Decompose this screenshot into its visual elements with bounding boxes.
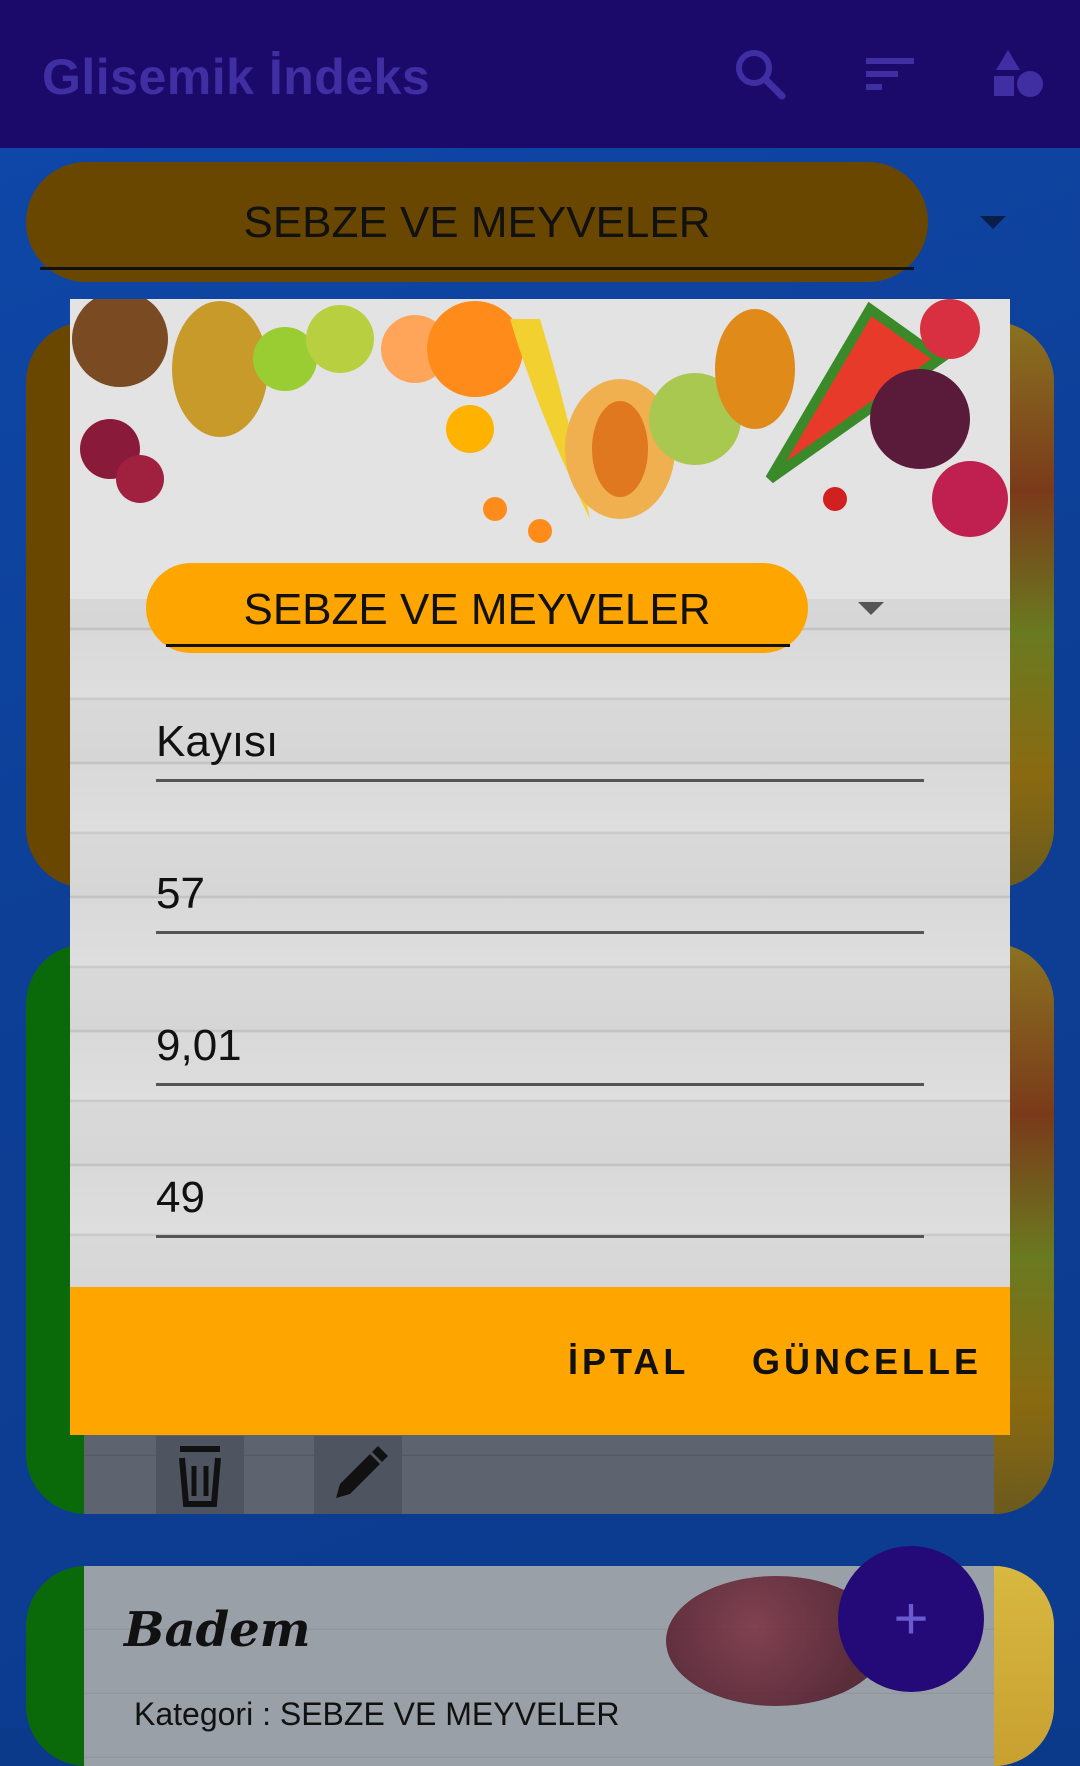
glycemic-load-value: 9,01 bbox=[156, 1021, 242, 1070]
edit-button[interactable] bbox=[314, 1436, 402, 1514]
glycemic-index-value: 57 bbox=[156, 869, 205, 918]
calorie-field[interactable]: 49 bbox=[156, 1173, 924, 1238]
item-category: Kategori : SEBZE VE MEYVELER bbox=[134, 1696, 620, 1732]
delete-button[interactable] bbox=[156, 1436, 244, 1514]
edit-dialog: SEBZE VE MEYVELER Kayısı 57 9,01 49 İPTA… bbox=[70, 299, 1010, 1435]
dialog-category-label: SEBZE VE MEYVELER bbox=[243, 585, 711, 634]
fruit-banner-image bbox=[70, 299, 1010, 599]
cancel-button[interactable]: İPTAL bbox=[568, 1341, 689, 1383]
category-dropdown-label: SEBZE VE MEYVELER bbox=[243, 198, 711, 247]
fruit-image bbox=[994, 1566, 1054, 1766]
dialog-category-dropdown[interactable]: SEBZE VE MEYVELER bbox=[146, 563, 808, 653]
item-name: Badem bbox=[124, 1602, 311, 1658]
category-stripe bbox=[26, 1566, 84, 1766]
field-underline bbox=[156, 779, 924, 782]
dropdown-underline bbox=[40, 267, 914, 270]
delete-icon bbox=[179, 1446, 221, 1507]
edit-icon bbox=[336, 1446, 388, 1498]
food-name-value: Kayısı bbox=[156, 717, 279, 766]
field-underline bbox=[156, 931, 924, 934]
dropdown-caret-icon[interactable] bbox=[858, 602, 884, 615]
category-dropdown[interactable]: SEBZE VE MEYVELER bbox=[26, 162, 928, 282]
glycemic-index-field[interactable]: 57 bbox=[156, 869, 924, 934]
add-item-button[interactable]: + bbox=[838, 1546, 984, 1692]
sort-icon[interactable] bbox=[860, 44, 920, 104]
dropdown-underline bbox=[166, 644, 790, 647]
category-shapes-icon[interactable] bbox=[988, 44, 1048, 104]
food-name-field[interactable]: Kayısı bbox=[156, 717, 924, 782]
glycemic-load-field[interactable]: 9,01 bbox=[156, 1021, 924, 1086]
plus-icon: + bbox=[893, 1585, 929, 1652]
field-underline bbox=[156, 1083, 924, 1086]
calorie-value: 49 bbox=[156, 1173, 205, 1222]
update-button[interactable]: GÜNCELLE bbox=[752, 1341, 982, 1383]
app-bar: Glisemik İndeks bbox=[0, 0, 1080, 148]
dropdown-caret-icon[interactable] bbox=[980, 216, 1006, 229]
field-underline bbox=[156, 1235, 924, 1238]
dialog-button-bar: İPTAL GÜNCELLE bbox=[70, 1287, 1010, 1435]
app-title: Glisemik İndeks bbox=[42, 49, 431, 105]
search-icon[interactable] bbox=[730, 44, 790, 104]
